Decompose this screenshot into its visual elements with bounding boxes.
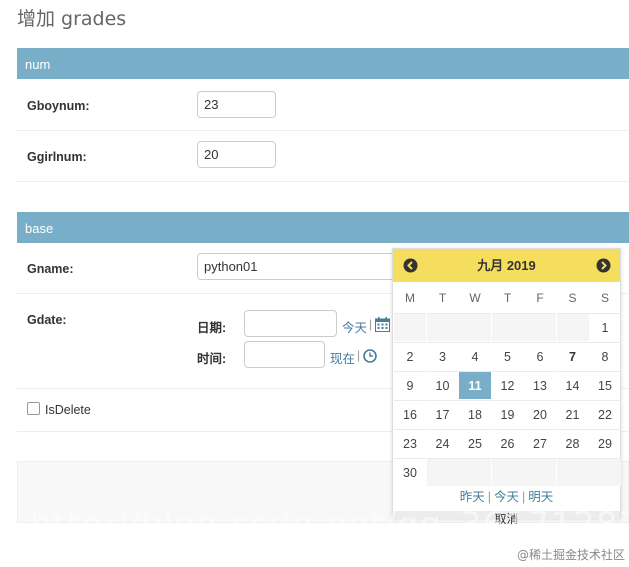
calendar-day[interactable]: 2: [394, 342, 426, 370]
watermark: http://blog.csdn.net/qq_36171287: [30, 505, 629, 545]
calendar-empty-cell: [589, 458, 621, 486]
calendar-weekday: S: [600, 291, 609, 305]
calendar-day[interactable]: 3: [426, 342, 459, 370]
calendar-day[interactable]: 11: [459, 371, 491, 399]
calendar-empty-cell: [394, 313, 426, 341]
today-link[interactable]: 今天: [342, 317, 367, 336]
calendar-day[interactable]: 25: [459, 429, 491, 457]
separator: |: [487, 490, 491, 504]
calendar-today-link[interactable]: 今天: [494, 490, 519, 504]
module-header-num: num: [17, 48, 629, 79]
calendar-empty-cell: [426, 458, 459, 486]
calendar-day[interactable]: 29: [589, 429, 621, 457]
ggirlnum-input[interactable]: [197, 141, 276, 168]
gboynum-label: Gboynum:: [27, 99, 90, 113]
module-header-base: base: [17, 212, 629, 243]
separator: |: [369, 317, 373, 331]
form-row-gboynum: Gboynum:: [17, 79, 629, 131]
calendar-empty-cell: [524, 458, 556, 486]
calendar-empty-cell: [426, 313, 459, 341]
calendar-day[interactable]: 17: [426, 400, 459, 428]
date-input[interactable]: [244, 310, 337, 337]
time-label: 时间:: [197, 352, 227, 366]
calendar-day[interactable]: 21: [556, 400, 589, 428]
calendar-day[interactable]: 20: [524, 400, 556, 428]
calendar-weekday: S: [568, 291, 577, 305]
credit-text: @稀土掘金技术社区: [516, 548, 625, 562]
gname-label: Gname:: [27, 262, 74, 276]
date-label: 日期:: [197, 321, 227, 335]
calendar-empty-cell: [556, 313, 589, 341]
separator: |: [522, 490, 526, 504]
calendar-day[interactable]: 1: [589, 313, 621, 341]
calendar-day[interactable]: 15: [589, 371, 621, 399]
ggirlnum-label: Ggirlnum:: [27, 150, 87, 164]
calendar-day[interactable]: 28: [556, 429, 589, 457]
calendar-day[interactable]: 18: [459, 400, 491, 428]
isdelete-checkbox[interactable]: [27, 402, 40, 415]
calendar-day[interactable]: 12: [491, 371, 524, 399]
calendar-day[interactable]: 5: [491, 342, 524, 370]
calendar-empty-cell: [491, 458, 524, 486]
gboynum-input[interactable]: [197, 91, 276, 118]
clock-icon[interactable]: [363, 349, 377, 368]
calendar-day[interactable]: 7: [556, 342, 589, 370]
now-link[interactable]: 现在: [330, 348, 355, 367]
calendar-weekday: F: [536, 291, 544, 305]
calendar-day[interactable]: 16: [394, 400, 426, 428]
calendar-weekday: W: [469, 291, 481, 305]
separator: |: [357, 348, 361, 362]
calendar-day[interactable]: 26: [491, 429, 524, 457]
calendar-day[interactable]: 27: [524, 429, 556, 457]
isdelete-label[interactable]: IsDelete: [45, 403, 91, 417]
calendar-empty-cell: [459, 458, 491, 486]
tomorrow-link[interactable]: 明天: [528, 490, 553, 504]
calendar-empty-cell: [491, 313, 524, 341]
calendar-day[interactable]: 24: [426, 429, 459, 457]
calendar-day[interactable]: 14: [556, 371, 589, 399]
calendar-icon[interactable]: [375, 317, 390, 337]
calendar-day[interactable]: 23: [394, 429, 426, 457]
calendar-prev-icon[interactable]: [403, 258, 418, 273]
calendar-weekday: T: [503, 291, 512, 305]
calendar-caption: 九月 2019: [393, 249, 620, 282]
calendar-day[interactable]: 8: [589, 342, 621, 370]
calendar-popup: 九月 2019 MTWTFSS 1 2 3 4 5 6 7 8 9 10 11 12 13 14 15 16 1…: [392, 248, 621, 526]
gname-input[interactable]: [197, 253, 417, 280]
calendar-day[interactable]: 19: [491, 400, 524, 428]
calendar-empty-cell: [556, 458, 589, 486]
page-title: 增加 grades: [17, 8, 127, 30]
calendar-day[interactable]: 22: [589, 400, 621, 428]
calendar-day[interactable]: 4: [459, 342, 491, 370]
calendar-day[interactable]: 13: [524, 371, 556, 399]
time-input[interactable]: [244, 341, 325, 368]
form-row-ggirlnum: Ggirlnum:: [17, 131, 629, 182]
yesterday-link[interactable]: 昨天: [460, 490, 485, 504]
calendar-weekday: T: [438, 291, 447, 305]
calendar-shortcuts: 昨天 | 今天 | 明天: [393, 486, 620, 505]
calendar-day[interactable]: 30: [394, 458, 426, 486]
calendar-empty-cell: [524, 313, 556, 341]
calendar-empty-cell: [459, 313, 491, 341]
calendar-weekday: M: [405, 291, 415, 305]
gdate-label: Gdate:: [27, 313, 67, 327]
calendar-next-icon[interactable]: [596, 258, 611, 273]
calendar-day[interactable]: 6: [524, 342, 556, 370]
calendar-day[interactable]: 9: [394, 371, 426, 399]
calendar-day[interactable]: 10: [426, 371, 459, 399]
